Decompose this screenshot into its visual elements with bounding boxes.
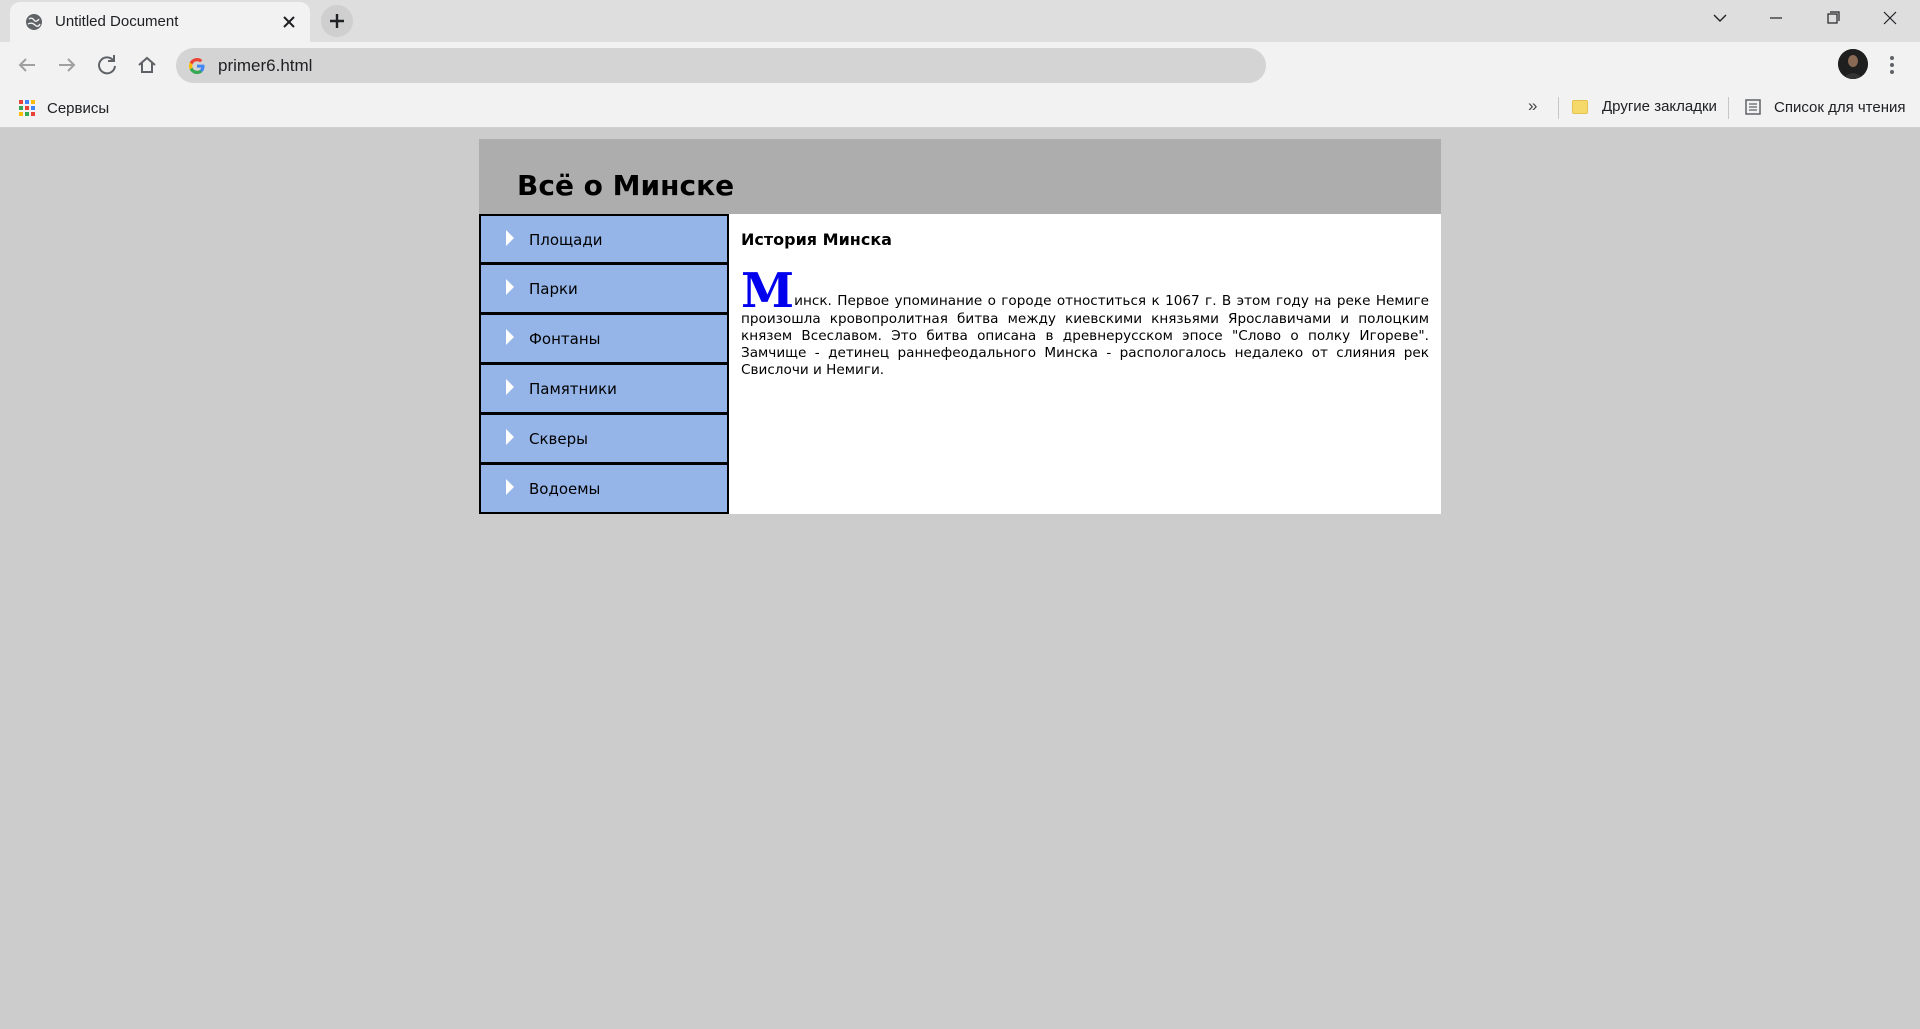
menu-item-gardens[interactable]: Скверы	[479, 414, 729, 464]
close-icon[interactable]	[278, 11, 300, 33]
divider	[1728, 97, 1729, 119]
content-paragraph: Минск. Первое упоминание о городе отност…	[741, 267, 1429, 379]
paragraph-text: инск. Первое упоминание о городе отности…	[741, 293, 1429, 378]
apps-grid-icon	[19, 100, 35, 116]
back-icon[interactable]	[11, 49, 43, 81]
close-window-icon[interactable]	[1862, 0, 1918, 38]
site-header: Всё о Минске	[479, 139, 1441, 214]
minimize-icon[interactable]	[1748, 0, 1804, 38]
reading-list-label: Список для чтения	[1774, 98, 1906, 116]
menu-item-label: Парки	[529, 280, 578, 298]
menu-item-label: Водоемы	[529, 480, 601, 498]
triangle-right-icon	[506, 230, 514, 246]
menu-item-fountains[interactable]: Фонтаны	[479, 314, 729, 364]
menu-item-label: Памятники	[529, 380, 617, 398]
bookmark-apps-label: Сервисы	[47, 99, 110, 117]
sidebar-menu: Площади Парки Фонтаны Памятники Скверы В…	[479, 214, 729, 514]
address-bar[interactable]: primer6.html	[176, 48, 1266, 83]
content-heading: История Минска	[741, 230, 892, 249]
reading-list[interactable]: Список для чтения	[1744, 98, 1906, 116]
restore-icon[interactable]	[1806, 0, 1862, 38]
menu-item-label: Фонтаны	[529, 330, 601, 348]
divider	[1558, 97, 1559, 119]
browser-toolbar: primer6.html	[0, 42, 1920, 88]
menu-item-monuments[interactable]: Памятники	[479, 364, 729, 414]
bookmarks-overflow-button[interactable]: »	[1528, 96, 1537, 116]
profile-avatar[interactable]	[1838, 49, 1868, 79]
menu-item-reservoirs[interactable]: Водоемы	[479, 464, 729, 514]
new-tab-button[interactable]	[321, 5, 353, 37]
google-g-icon	[189, 58, 205, 74]
menu-item-squares[interactable]: Площади	[479, 214, 729, 264]
browser-tab[interactable]: Untitled Document	[10, 2, 310, 42]
page-title: Всё о Минске	[517, 169, 735, 202]
reload-icon[interactable]	[91, 49, 123, 81]
bookmarks-bar: Сервисы » Другие закладки Список для чте…	[0, 88, 1920, 128]
url-text: primer6.html	[218, 56, 313, 75]
home-icon[interactable]	[131, 49, 163, 81]
triangle-right-icon	[506, 329, 514, 345]
site-container: Всё о Минске Площади Парки Фонтаны Памят…	[479, 139, 1441, 514]
tab-strip: Untitled Document	[0, 0, 1920, 42]
main-content: История Минска Минск. Первое упоминание …	[729, 214, 1441, 514]
forward-icon[interactable]	[51, 49, 83, 81]
more-menu-icon[interactable]	[1880, 51, 1904, 79]
tab-title: Untitled Document	[55, 13, 179, 30]
globe-icon	[26, 14, 42, 30]
triangle-right-icon	[506, 479, 514, 495]
triangle-right-icon	[506, 379, 514, 395]
other-bookmarks-label: Другие закладки	[1602, 98, 1717, 115]
triangle-right-icon	[506, 429, 514, 445]
triangle-right-icon	[506, 279, 514, 295]
reading-list-icon	[1745, 99, 1761, 115]
menu-item-label: Скверы	[529, 430, 588, 448]
menu-item-parks[interactable]: Парки	[479, 264, 729, 314]
bookmark-apps[interactable]: Сервисы	[18, 98, 109, 118]
other-bookmarks[interactable]: Другие закладки	[1572, 98, 1717, 115]
menu-item-label: Площади	[529, 231, 603, 249]
folder-icon	[1572, 99, 1588, 114]
tab-search-icon[interactable]	[1692, 0, 1748, 38]
site-body: Площади Парки Фонтаны Памятники Скверы В…	[479, 214, 1441, 514]
page-viewport: Всё о Минске Площади Парки Фонтаны Памят…	[0, 129, 1920, 1029]
